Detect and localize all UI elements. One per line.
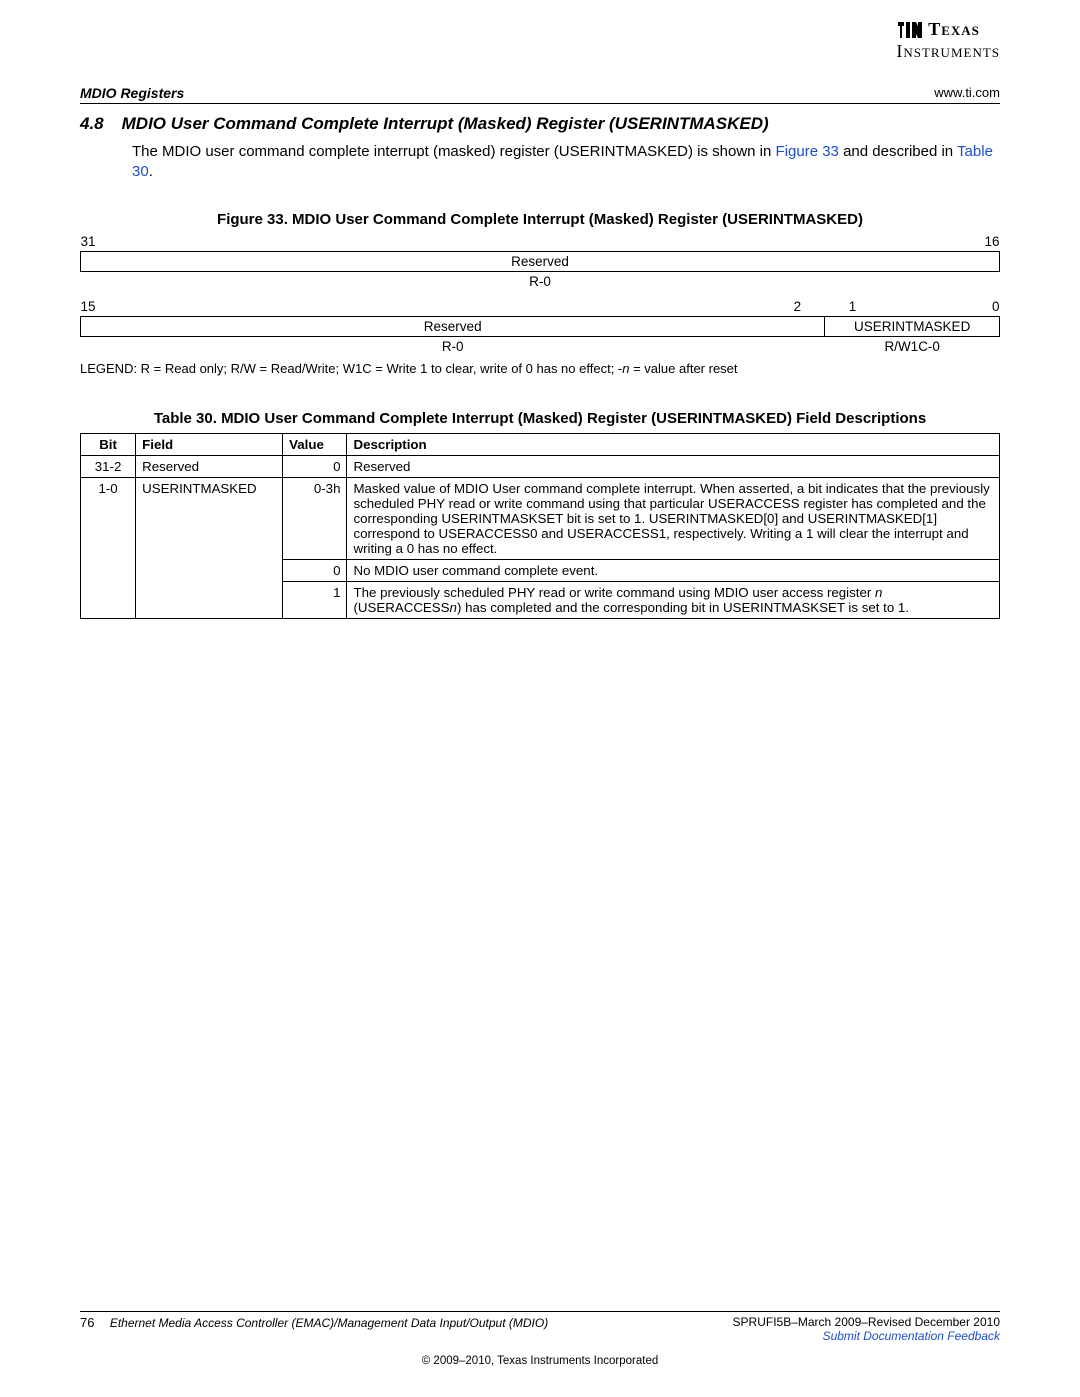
header-section: MDIO Registers (80, 85, 184, 101)
figure-link[interactable]: Figure 33 (776, 143, 839, 160)
field-userintmasked: USERINTMASKED (825, 316, 1000, 336)
table-row: 1 The previously scheduled PHY read or w… (81, 581, 1000, 618)
field-reserved-15-2: Reserved (81, 316, 825, 336)
table-row: 31-2 Reserved 0 Reserved (81, 455, 1000, 477)
doc-title: Ethernet Media Access Controller (EMAC)/… (110, 1316, 548, 1330)
page-header: MDIO Registers www.ti.com (80, 85, 1000, 104)
doc-id: SPRUFI5B–March 2009–Revised December 201… (733, 1315, 1000, 1329)
ti-logo: Texas Instruments (896, 20, 1000, 60)
feedback-link[interactable]: Submit Documentation Feedback (823, 1329, 1000, 1343)
register-layout-row2: 15 2 1 0 Reserved USERINTMASKED R-0 R/W1… (80, 297, 1000, 356)
register-legend: LEGEND: R = Read only; R/W = Read/Write;… (80, 361, 1000, 376)
figure-caption: Figure 33. MDIO User Command Complete In… (80, 211, 1000, 228)
table-caption: Table 30. MDIO User Command Complete Int… (80, 410, 1000, 427)
intro-paragraph: The MDIO user command complete interrupt… (132, 142, 1000, 183)
page-number: 76 (80, 1315, 94, 1330)
header-url: www.ti.com (934, 85, 1000, 101)
table-row: 0 No MDIO user command complete event. (81, 559, 1000, 581)
register-layout-row1: 31 16 Reserved R-0 (80, 232, 1000, 291)
section-heading: 4.8 MDIO User Command Complete Interrupt… (80, 114, 1000, 134)
copyright: © 2009–2010, Texas Instruments Incorpora… (80, 1355, 1000, 1367)
page-footer: 76 Ethernet Media Access Controller (EMA… (80, 1311, 1000, 1367)
field-reserved-31-16: Reserved (81, 251, 1000, 271)
table-row: 1-0 USERINTMASKED 0-3h Masked value of M… (81, 477, 1000, 559)
field-descriptions-table: Bit Field Value Description 31-2 Reserve… (80, 433, 1000, 619)
